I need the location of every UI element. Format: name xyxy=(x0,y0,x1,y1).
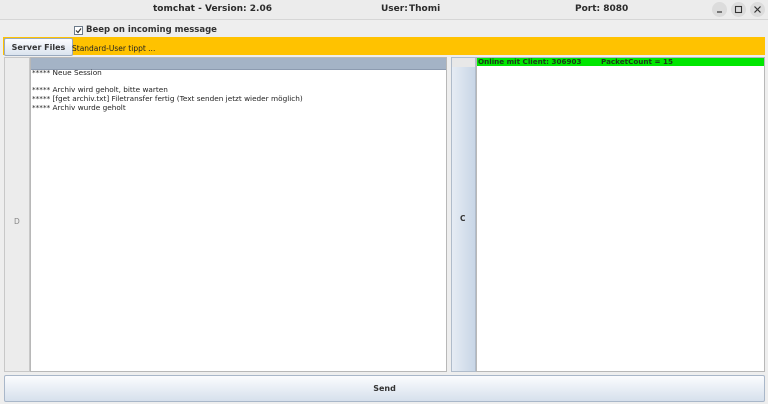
packet-count: PacketCount = 15 xyxy=(601,57,673,66)
left-strip-label: D xyxy=(14,217,20,226)
client-list-panel[interactable]: Online mit Client: 306903 PacketCount = … xyxy=(476,57,765,372)
checkmark-icon xyxy=(75,27,82,33)
client-toggle-label: C xyxy=(460,214,466,223)
minimize-button[interactable] xyxy=(712,2,727,17)
send-button[interactable]: Send xyxy=(4,375,765,402)
user-label: User: xyxy=(381,4,408,14)
close-button[interactable] xyxy=(750,2,765,17)
beep-option[interactable]: Beep on incoming message xyxy=(74,25,217,35)
window-titlebar: tomchat - Version: 2.06 User: Thomi Port… xyxy=(0,0,768,20)
window-title: tomchat - Version: 2.06 xyxy=(153,4,272,14)
beep-checkbox[interactable] xyxy=(74,25,83,35)
chat-log[interactable]: ***** Neue Session ***** Archiv wird geh… xyxy=(30,57,447,372)
left-side-strip xyxy=(4,57,30,372)
beep-label: Beep on incoming message xyxy=(86,25,217,35)
chat-lines: ***** Neue Session ***** Archiv wird geh… xyxy=(32,68,303,112)
chat-line: ***** Archiv wurde geholt xyxy=(32,102,126,112)
maximize-icon xyxy=(734,5,743,14)
online-client-status: Online mit Client: 306903 xyxy=(478,57,582,66)
server-files-button[interactable]: Server Files xyxy=(4,38,73,56)
connection-status-bar: Online mit Client: 306903 PacketCount = … xyxy=(477,58,764,66)
chat-line: ***** Neue Session xyxy=(32,68,102,77)
user-value: Thomi xyxy=(409,4,441,14)
port-label: Port: 8080 xyxy=(575,4,629,14)
typing-status: Standard-User tippt ... xyxy=(72,44,156,53)
minimize-icon xyxy=(717,11,722,13)
maximize-button[interactable] xyxy=(731,2,746,17)
close-icon xyxy=(754,6,761,13)
